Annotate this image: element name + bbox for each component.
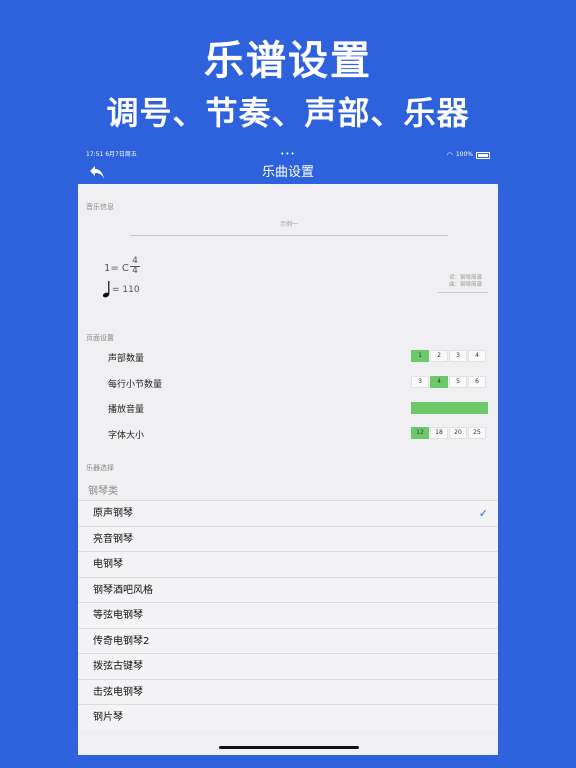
home-indicator[interactable]	[219, 746, 359, 749]
list-item-label: 电钢琴	[93, 559, 123, 570]
status-bar: 17:51 6月7日周五 ••• ◠ 100%	[78, 149, 498, 161]
font-size-option-25[interactable]: 25	[468, 427, 486, 439]
tempo-value[interactable]: = 110	[112, 285, 140, 295]
wifi-icon: ◠	[446, 151, 453, 159]
song-title-underline	[130, 235, 448, 236]
section-label-instruments: 乐器选择	[86, 464, 114, 472]
voices-option-1[interactable]: 1	[411, 350, 429, 362]
time-sig-bottom: 4	[132, 266, 138, 276]
instrument-item-clavinet[interactable]: 击弦电钢琴	[78, 678, 498, 704]
font-size-option-12[interactable]: 12	[411, 427, 429, 439]
instrument-item-acoustic-piano[interactable]: 原声钢琴 ✓	[78, 500, 498, 526]
tablet-screen: 17:51 6月7日周五 ••• ◠ 100% 乐曲设置 音乐信息 示例一 1=…	[78, 149, 498, 755]
multitask-dots[interactable]: •••	[78, 149, 498, 160]
time-sig-top: 4	[132, 256, 138, 266]
measures-option-3[interactable]: 3	[411, 376, 429, 388]
instrument-item-honky-tonk[interactable]: 钢琴酒吧风格	[78, 576, 498, 602]
song-title-input[interactable]: 示例一	[130, 219, 448, 228]
nav-bar: 乐曲设置	[78, 161, 498, 184]
volume-slider[interactable]	[411, 402, 488, 414]
section-label-music-info: 音乐信息	[86, 203, 114, 211]
measures-segmented: 3 4 5 6	[411, 376, 487, 388]
promo-title: 乐谱设置	[204, 38, 372, 84]
list-item-label: 钢片琴	[93, 712, 123, 723]
quarter-note-icon	[102, 281, 110, 298]
instrument-item-string-electric-piano[interactable]: 等弦电钢琴	[78, 602, 498, 628]
font-size-label: 字体大小	[108, 431, 145, 441]
instrument-item-celesta[interactable]: 钢片琴	[78, 704, 498, 730]
instrument-list: 原声钢琴 ✓ 亮音钢琴 电钢琴 钢琴酒吧风格 等弦电钢琴 传奇电钢琴2 拨弦古键…	[78, 500, 498, 730]
font-size-segmented: 12 18 20 25	[411, 427, 487, 439]
voices-segmented: 1 2 3 4	[411, 350, 487, 362]
list-item-label: 等弦电钢琴	[93, 610, 143, 621]
section-label-page-settings: 页面设置	[86, 334, 114, 342]
lyricist: 词：钢琴简谱	[448, 275, 482, 281]
voices-label: 声部数量	[108, 354, 145, 364]
instrument-item-electric-piano[interactable]: 电钢琴	[78, 551, 498, 577]
key-signature[interactable]: 1= C	[104, 263, 129, 274]
composer: 曲：钢琴简谱	[448, 282, 482, 288]
measures-option-4[interactable]: 4	[430, 376, 448, 388]
list-item-label: 击弦电钢琴	[93, 686, 143, 698]
measures-option-5[interactable]: 5	[449, 376, 467, 388]
credits-underline	[438, 292, 488, 293]
promo-subtitle: 调号、节奏、声部、乐器	[106, 94, 470, 132]
instrument-item-legend-electric-piano-2[interactable]: 传奇电钢琴2	[78, 627, 498, 653]
battery-icon	[476, 151, 490, 159]
list-item-label: 传奇电钢琴2	[93, 635, 150, 647]
nav-title: 乐曲设置	[261, 165, 314, 180]
battery-percent: 100%	[455, 151, 473, 158]
voices-option-4[interactable]: 4	[468, 350, 486, 362]
volume-label: 播放音量	[108, 405, 145, 415]
list-item-label: 原声钢琴	[93, 508, 133, 519]
checkmark-icon: ✓	[478, 507, 488, 520]
list-item-label: 拨弦古键琴	[93, 661, 143, 672]
list-item-label: 钢琴酒吧风格	[93, 584, 153, 596]
credits[interactable]: 词：钢琴简谱 曲：钢琴简谱	[440, 275, 482, 289]
font-size-option-20[interactable]: 20	[449, 427, 467, 439]
voices-option-2[interactable]: 2	[430, 350, 448, 362]
instrument-item-bright-piano[interactable]: 亮音钢琴	[78, 525, 498, 551]
status-right: ◠ 100%	[447, 149, 490, 161]
measures-label: 每行小节数量	[108, 380, 163, 390]
voices-option-3[interactable]: 3	[449, 350, 467, 362]
measures-option-6[interactable]: 6	[468, 376, 486, 388]
instrument-item-harpsichord[interactable]: 拨弦古键琴	[78, 653, 498, 679]
list-item-label: 亮音钢琴	[93, 533, 133, 545]
instrument-group-piano: 钢琴类	[88, 486, 118, 497]
time-signature[interactable]: 4 4	[130, 257, 140, 276]
font-size-option-18[interactable]: 18	[430, 427, 448, 439]
